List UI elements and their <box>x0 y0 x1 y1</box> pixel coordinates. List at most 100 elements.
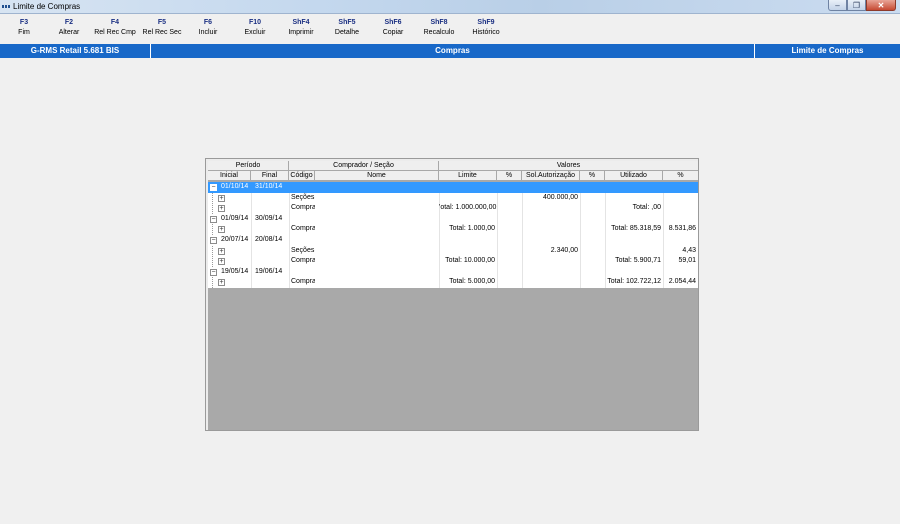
grid-line <box>289 224 290 235</box>
cell-final: 19/06/14 <box>255 267 283 275</box>
button-label: Excluir <box>244 29 266 36</box>
incluir-button[interactable]: F6 Incluir <box>199 19 218 36</box>
key-label: F5 <box>157 19 167 26</box>
column-inicial[interactable]: Inicial <box>208 171 251 181</box>
detail-row[interactable]: +CompradoresTotal: 10.000,00Total: 5.900… <box>208 256 698 267</box>
key-label: ShF6 <box>384 19 402 26</box>
tree-connector <box>212 224 213 235</box>
detail-row[interactable]: +CompradoresTotal: 1.000,00Total: 85.318… <box>208 224 698 235</box>
grid-line <box>251 277 252 288</box>
cell-pct1 <box>497 182 522 193</box>
imprimir-button[interactable]: ShF4 Imprimir <box>288 19 313 36</box>
fim-button[interactable]: F3 Fim <box>18 19 30 36</box>
cell-limite: Total: 5.000,00 <box>449 278 495 286</box>
detail-row[interactable]: + Seções 400.000,00 <box>208 192 698 204</box>
period-row[interactable]: −01/10/14 31/10/14 <box>208 182 698 193</box>
cell-sol <box>522 277 580 288</box>
cell-limite <box>439 267 497 278</box>
cell-limite: Total: 10.000,00 <box>445 257 495 265</box>
close-icon: ✕ <box>877 1 885 10</box>
cell-sol <box>522 214 580 225</box>
detail-row[interactable]: +Compradores'otal: 1.000.000,00Total: ,0… <box>208 203 698 214</box>
cell-nome <box>317 246 439 257</box>
column-final[interactable]: Final <box>251 171 289 181</box>
screen-name: Compras <box>435 46 470 55</box>
column-sol-autorizacao[interactable]: Sol.Autorização <box>522 171 580 181</box>
alterar-button[interactable]: F2 Alterar <box>59 19 80 36</box>
cell-limite: 'otal: 1.000.000,00 <box>439 204 497 212</box>
column-pct-sol[interactable]: % <box>580 171 605 181</box>
grid-line <box>289 213 290 225</box>
cell-limite <box>439 182 497 193</box>
key-label: F4 <box>110 19 120 26</box>
close-button[interactable]: ✕ <box>866 0 896 11</box>
grid-line <box>251 213 252 225</box>
tree-connector <box>212 245 213 257</box>
cell-pct2 <box>580 256 605 267</box>
cell-pct3 <box>663 214 698 225</box>
historico-button[interactable]: ShF9 Histórico <box>472 19 499 36</box>
column-limite[interactable]: Limite <box>439 171 497 181</box>
column-utilizado[interactable]: Utilizado <box>605 171 663 181</box>
cell-sol: 400.000,00 <box>542 193 578 201</box>
recalculo-button[interactable]: ShF8 Recalculo <box>424 19 455 36</box>
module-name: Limite de Compras <box>791 46 864 55</box>
period-row[interactable]: −20/07/14 20/08/14 <box>208 235 698 246</box>
key-label: F2 <box>64 19 74 26</box>
column-pct-utilizado[interactable]: % <box>663 171 698 181</box>
cell-pct1 <box>497 267 522 278</box>
cell-codigo: Compradores <box>291 204 315 212</box>
title-bar: Limite de Compras – ❐ ✕ <box>0 0 900 14</box>
cell-nome <box>317 193 439 204</box>
cell-pct1 <box>497 256 522 267</box>
cell-pct3 <box>663 193 698 204</box>
column-header-row: Inicial Final Código Nome Limite % Sol.A… <box>208 171 698 181</box>
cell-utilizado: Total: 85.318,59 <box>611 225 661 233</box>
collapse-icon[interactable]: − <box>210 184 217 191</box>
cell-codigo <box>291 214 315 225</box>
cell-inicial <box>221 203 251 214</box>
grid-line <box>289 235 290 246</box>
grid-body: Período Comprador / Seção Valores Inicia… <box>208 161 698 430</box>
cell-pct3 <box>663 235 698 246</box>
limits-grid[interactable]: Período Comprador / Seção Valores Inicia… <box>205 158 699 431</box>
copiar-button[interactable]: ShF6 Copiar <box>383 19 404 36</box>
button-label: Detalhe <box>334 29 360 36</box>
period-row[interactable]: −19/05/14 19/06/14 <box>208 266 698 278</box>
restore-button[interactable]: ❐ <box>847 0 866 11</box>
collapse-icon[interactable]: − <box>210 237 217 244</box>
detalhe-button[interactable]: ShF5 Detalhe <box>335 19 359 36</box>
cell-pct3: 4,43 <box>682 246 696 254</box>
excluir-button[interactable]: F10 Excluir <box>244 19 265 36</box>
cell-pct1 <box>497 246 522 257</box>
cell-final: 30/09/14 <box>255 214 283 222</box>
cell-codigo: Compradores <box>291 257 315 265</box>
cell-sol <box>522 182 580 193</box>
period-row[interactable]: −01/09/14 30/09/14 <box>208 213 698 225</box>
cell-nome <box>317 256 439 267</box>
grid-line <box>289 266 290 278</box>
cell-codigo <box>291 267 315 278</box>
collapse-icon[interactable]: − <box>210 215 217 223</box>
key-label: F10 <box>248 19 262 26</box>
rel-rec-sec-button[interactable]: F5 Rel Rec Sec <box>143 19 182 36</box>
detail-row[interactable]: + Seções 2.340,00 4,43 <box>208 245 698 257</box>
cell-utilizado <box>605 246 663 257</box>
minimize-button[interactable]: – <box>828 0 847 11</box>
cell-nome <box>317 267 439 278</box>
cell-pct1 <box>497 214 522 225</box>
cell-limite <box>439 246 497 257</box>
collapse-icon[interactable]: − <box>210 268 217 276</box>
group-header-row: Período Comprador / Seção Valores <box>208 161 698 171</box>
column-codigo[interactable]: Código <box>289 171 315 181</box>
grid-line <box>289 245 290 257</box>
cell-utilizado <box>605 235 663 246</box>
rel-rec-cmp-button[interactable]: F4 Rel Rec Cmp <box>94 19 136 36</box>
cell-nome <box>317 235 439 246</box>
grid-line <box>289 203 290 214</box>
cell-inicial <box>221 193 251 204</box>
detail-row[interactable]: +CompradoresTotal: 5.000,00Total: 102.72… <box>208 277 698 288</box>
column-pct-limite[interactable]: % <box>497 171 522 181</box>
column-nome[interactable]: Nome <box>315 171 439 181</box>
grid-line <box>251 256 252 267</box>
